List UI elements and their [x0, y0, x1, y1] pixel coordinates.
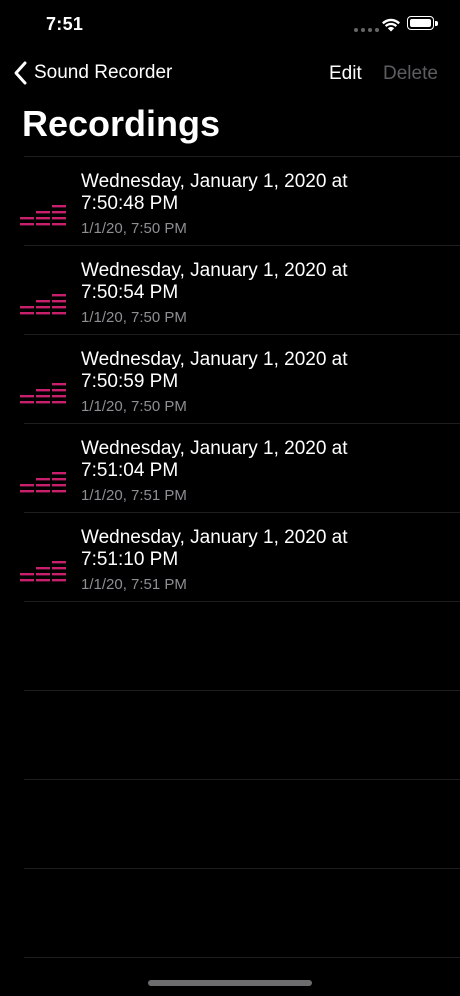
empty-row	[0, 602, 460, 690]
status-bar: 7:51	[0, 0, 460, 50]
recording-title: Wednesday, January 1, 2020 at 7:50:59 PM	[81, 349, 441, 393]
empty-row	[0, 780, 460, 868]
audio-level-icon	[20, 205, 66, 226]
recording-row[interactable]: Wednesday, January 1, 2020 at 7:51:04 PM…	[0, 424, 460, 512]
recording-row[interactable]: Wednesday, January 1, 2020 at 7:50:54 PM…	[0, 246, 460, 334]
empty-row	[0, 691, 460, 779]
list-separator	[24, 957, 460, 958]
chevron-left-icon	[14, 61, 27, 85]
delete-button[interactable]: Delete	[383, 63, 438, 85]
recording-title-line2: 7:50:54 PM	[81, 282, 179, 303]
cellular-signal-icon	[354, 28, 379, 32]
recording-row[interactable]: Wednesday, January 1, 2020 at 7:51:10 PM…	[0, 513, 460, 601]
recording-title-line1: Wednesday, January 1, 2020 at	[81, 260, 348, 281]
recording-title-line1: Wednesday, January 1, 2020 at	[81, 527, 348, 548]
home-indicator	[148, 980, 312, 986]
recording-date: 1/1/20, 7:51 PM	[81, 576, 187, 593]
recording-title: Wednesday, January 1, 2020 at 7:50:54 PM	[81, 260, 441, 304]
back-button[interactable]: Sound Recorder	[12, 60, 172, 86]
recording-date: 1/1/20, 7:51 PM	[81, 487, 187, 504]
recordings-list: Wednesday, January 1, 2020 at 7:50:48 PM…	[0, 156, 460, 958]
recording-title-line2: 7:51:10 PM	[81, 549, 179, 570]
wifi-icon	[382, 18, 400, 32]
recording-title-line2: 7:51:04 PM	[81, 460, 179, 481]
recording-row[interactable]: Wednesday, January 1, 2020 at 7:50:59 PM…	[0, 335, 460, 423]
recording-title-line1: Wednesday, January 1, 2020 at	[81, 349, 348, 370]
recording-date: 1/1/20, 7:50 PM	[81, 309, 187, 326]
empty-row	[0, 869, 460, 957]
audio-level-icon	[20, 472, 66, 493]
audio-level-icon	[20, 383, 66, 404]
recording-title: Wednesday, January 1, 2020 at 7:50:48 PM	[81, 171, 441, 215]
recording-title: Wednesday, January 1, 2020 at 7:51:10 PM	[81, 527, 441, 571]
recording-title-line1: Wednesday, January 1, 2020 at	[81, 438, 348, 459]
audio-level-icon	[20, 561, 66, 582]
recording-title-line2: 7:50:59 PM	[81, 371, 179, 392]
back-button-label: Sound Recorder	[34, 62, 173, 83]
recording-title: Wednesday, January 1, 2020 at 7:51:04 PM	[81, 438, 441, 482]
audio-level-icon	[20, 294, 66, 315]
edit-button[interactable]: Edit	[329, 63, 362, 85]
recording-title-line2: 7:50:48 PM	[81, 193, 179, 214]
navigation-bar: Sound Recorder Edit Delete	[0, 56, 460, 92]
recording-date: 1/1/20, 7:50 PM	[81, 398, 187, 415]
recording-date: 1/1/20, 7:50 PM	[81, 220, 187, 237]
recording-row[interactable]: Wednesday, January 1, 2020 at 7:50:48 PM…	[0, 157, 460, 245]
recording-title-line1: Wednesday, January 1, 2020 at	[81, 171, 348, 192]
status-time: 7:51	[46, 14, 84, 34]
page-title: Recordings	[22, 103, 221, 144]
battery-icon	[407, 16, 438, 30]
